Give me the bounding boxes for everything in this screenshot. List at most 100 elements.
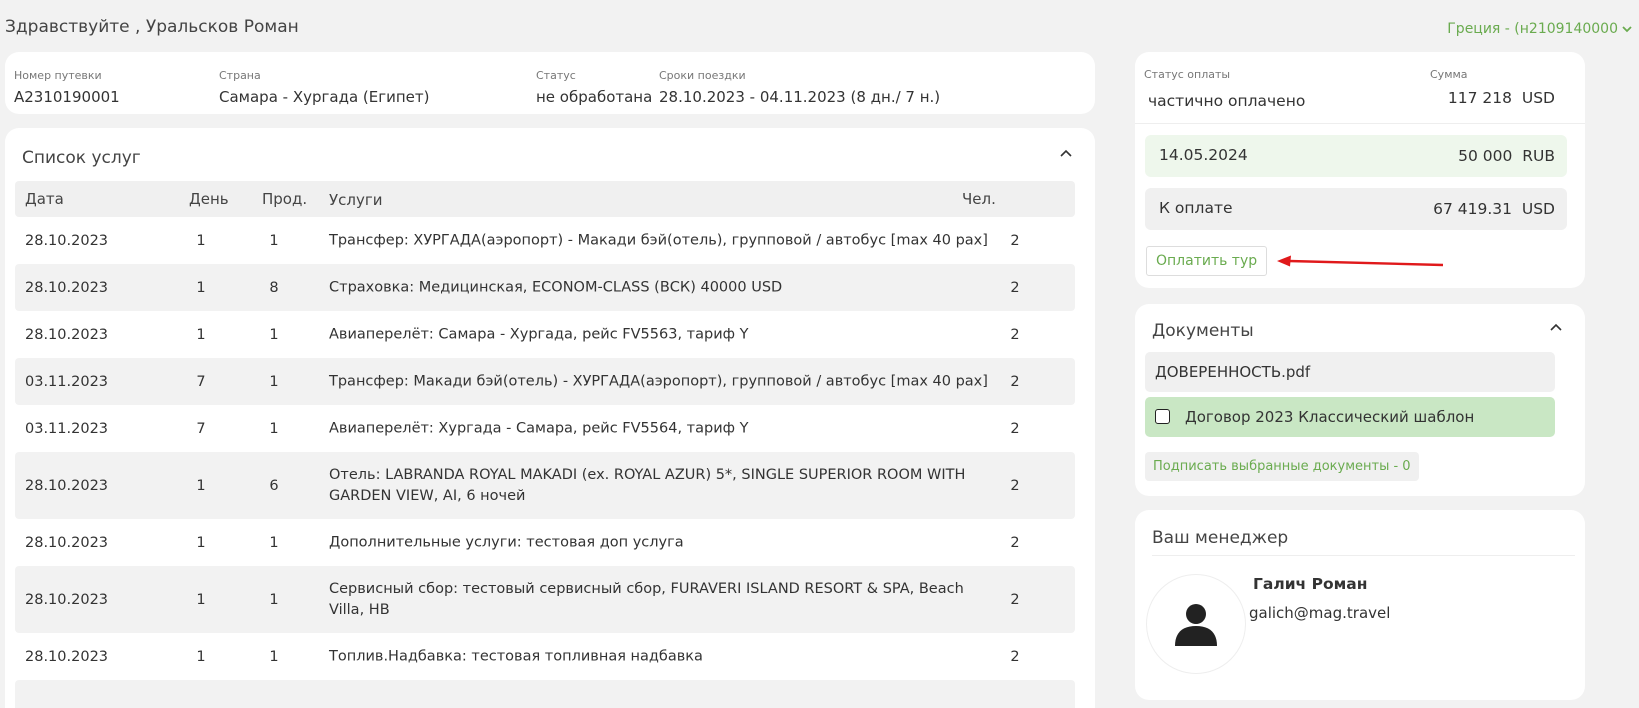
table-row: 28.10.2023 1 1 Авиаперелёт: Самара - Хур… — [15, 311, 1075, 358]
manager-name: Галич Роман — [1253, 575, 1368, 593]
table-row: 28.10.2023 1 1 Дополнительные услуги: те… — [15, 519, 1075, 566]
row-service: Дополнительные услуги: тестовая доп услу… — [329, 534, 684, 550]
row-service: Авиаперелёт: Самара - Хургада, рейс FV55… — [329, 326, 749, 342]
payment-card: Статус оплаты Сумма частично оплачено 11… — [1135, 52, 1585, 288]
document-file-name: ДОВЕРЕННОСТЬ.pdf — [1155, 363, 1311, 381]
row-date: 28.10.2023 — [25, 326, 109, 343]
row-duration: 1 — [269, 534, 279, 551]
avatar — [1146, 574, 1246, 674]
row-duration: 1 — [269, 232, 279, 249]
row-service: Авиаперелёт: Хургада - Самара, рейс FV55… — [329, 420, 749, 436]
table-row: 28.10.2023 1 8 Страховка: Медицинская, E… — [15, 264, 1075, 311]
payment-divider — [1135, 123, 1585, 124]
documents-card: Документы ДОВЕРЕННОСТЬ.pdf Договор 2023 … — [1135, 304, 1585, 496]
chevron-up-icon — [1060, 149, 1072, 157]
status-label: Статус — [536, 69, 576, 82]
row-day: 7 — [196, 373, 206, 390]
trip-number-label: Номер путевки — [14, 69, 102, 82]
table-row: 03.11.2023 7 1 Трансфер: Макади бэй(отел… — [15, 358, 1075, 405]
row-duration: 6 — [269, 477, 279, 494]
greeting-text: Здравствуйте , Уральсков Роман — [5, 17, 299, 37]
row-day: 1 — [196, 477, 206, 494]
row-day: 1 — [196, 534, 206, 551]
manager-title: Ваш менеджер — [1152, 528, 1289, 548]
payment-due-currency: USD — [1521, 200, 1555, 218]
status-value: не обработана — [536, 88, 653, 106]
column-header-pax: Чел. — [962, 190, 996, 208]
row-service: Топлив.Надбавка: тестовая топливная надб… — [329, 648, 703, 664]
page: Здравствуйте , Уральсков Роман Греция - … — [0, 0, 1639, 708]
payment-due-amount-wrap: 67 419.31 USD — [1433, 200, 1555, 218]
row-day: 1 — [196, 326, 206, 343]
payment-due-row: К оплате 67 419.31 USD — [1145, 188, 1567, 230]
payment-history-amount: 50 000 — [1458, 147, 1513, 165]
payment-history-amount-wrap: 50 000 RUB — [1458, 147, 1555, 165]
manager-email[interactable]: galich@mag.travel — [1249, 604, 1390, 622]
row-duration: 1 — [269, 591, 279, 608]
column-header-service: Услуги — [329, 191, 383, 209]
row-pax: 2 — [1010, 534, 1020, 551]
documents-title: Документы — [1152, 321, 1254, 341]
row-day: 1 — [196, 279, 206, 296]
row-pax: 2 — [1010, 279, 1020, 296]
row-date: 28.10.2023 — [25, 648, 109, 665]
row-day: 1 — [196, 648, 206, 665]
row-day: 1 — [196, 591, 206, 608]
pay-tour-button[interactable]: Оплатить тур — [1146, 246, 1268, 276]
row-date: 28.10.2023 — [25, 477, 109, 494]
documents-collapse-button[interactable] — [1548, 320, 1564, 336]
payment-status-value: частично оплачено — [1148, 92, 1306, 110]
document-file-item[interactable]: ДОВЕРЕННОСТЬ.pdf — [1145, 352, 1555, 392]
row-pax: 2 — [1010, 648, 1020, 665]
row-duration: 8 — [269, 279, 279, 296]
row-pax: 2 — [1010, 232, 1020, 249]
row-service: Отель: LABRANDA ROYAL MAKADI (ex. ROYAL … — [329, 466, 966, 504]
table-row: 03.11.2023 7 1 Авиаперелёт: Хургада - Са… — [15, 405, 1075, 452]
payment-history-currency: RUB — [1522, 147, 1555, 165]
row-duration: 1 — [269, 326, 279, 343]
column-header-day: День — [189, 190, 229, 208]
payment-status-label: Статус оплаты — [1144, 68, 1231, 81]
row-date: 03.11.2023 — [25, 373, 109, 390]
contract-checkbox[interactable] — [1155, 409, 1170, 424]
payment-due-amount: 67 419.31 — [1433, 200, 1513, 218]
row-date: 28.10.2023 — [25, 534, 109, 551]
row-service: Трансфер: ХУРГАДА(аэропорт) - Макади бэй… — [329, 232, 988, 248]
document-contract-item[interactable]: Договор 2023 Классический шаблон — [1145, 397, 1555, 437]
row-date: 28.10.2023 — [25, 591, 109, 608]
row-duration: 1 — [269, 420, 279, 437]
row-pax: 2 — [1010, 420, 1020, 437]
row-service: Сервисный сбор: тестовый сервисный сбор,… — [329, 580, 964, 618]
table-row: 28.10.2023 1 1 Топлив.Надбавка: тестовая… — [15, 633, 1075, 680]
document-contract-name: Договор 2023 Классический шаблон — [1185, 408, 1475, 426]
row-date: 28.10.2023 — [25, 232, 109, 249]
dates-label: Сроки поездки — [659, 69, 746, 82]
row-duration: 1 — [269, 648, 279, 665]
table-row: 28.10.2023 1 6 Отель: LABRANDA ROYAL MAK… — [15, 452, 1075, 519]
trip-number-field: Номер путевки A2310190001 — [14, 69, 120, 106]
services-collapse-button[interactable] — [1058, 146, 1074, 162]
row-pax: 2 — [1010, 326, 1020, 343]
dates-value: 28.10.2023 - 04.11.2023 (8 дн./ 7 н.) — [659, 88, 941, 106]
row-day: 1 — [196, 232, 206, 249]
payment-due-label: К оплате — [1159, 199, 1233, 217]
row-date: 03.11.2023 — [25, 420, 109, 437]
region-label: Греция - (н2109140000 — [1447, 21, 1618, 37]
row-service: Страховка: Медицинская, ECONOM-CLASS (ВС… — [329, 279, 783, 295]
sign-documents-button[interactable]: Подписать выбранные документы - 0 — [1145, 452, 1419, 481]
services-card: Список услуг Дата День Прод. Услуги Чел.… — [5, 128, 1095, 708]
payment-sum-amount: 117 218 — [1447, 89, 1513, 107]
row-pax: 2 — [1010, 477, 1020, 494]
column-header-date: Дата — [25, 190, 64, 208]
table-row: 28.10.2023 1 1 Трансфер: ХУРГАДА(аэропор… — [15, 217, 1075, 264]
trip-info-card: Номер путевки A2310190001 Страна Самара … — [5, 52, 1095, 114]
dates-field: Сроки поездки 28.10.2023 - 04.11.2023 (8… — [659, 69, 940, 106]
row-pax: 2 — [1010, 591, 1020, 608]
services-table: Дата День Прод. Услуги Чел. 28.10.2023 1… — [15, 181, 1075, 708]
user-icon — [1175, 604, 1217, 646]
trip-number-value: A2310190001 — [14, 88, 120, 106]
region-selector[interactable]: Греция - (н2109140000 — [1447, 21, 1632, 37]
table-row: 28.10.2023 1 1 Сервисный сбор: тестовый … — [15, 566, 1075, 633]
row-service: Трансфер: Макади бэй(отель) - ХУРГАДА(аэ… — [329, 373, 988, 389]
row-date: 28.10.2023 — [25, 279, 109, 296]
